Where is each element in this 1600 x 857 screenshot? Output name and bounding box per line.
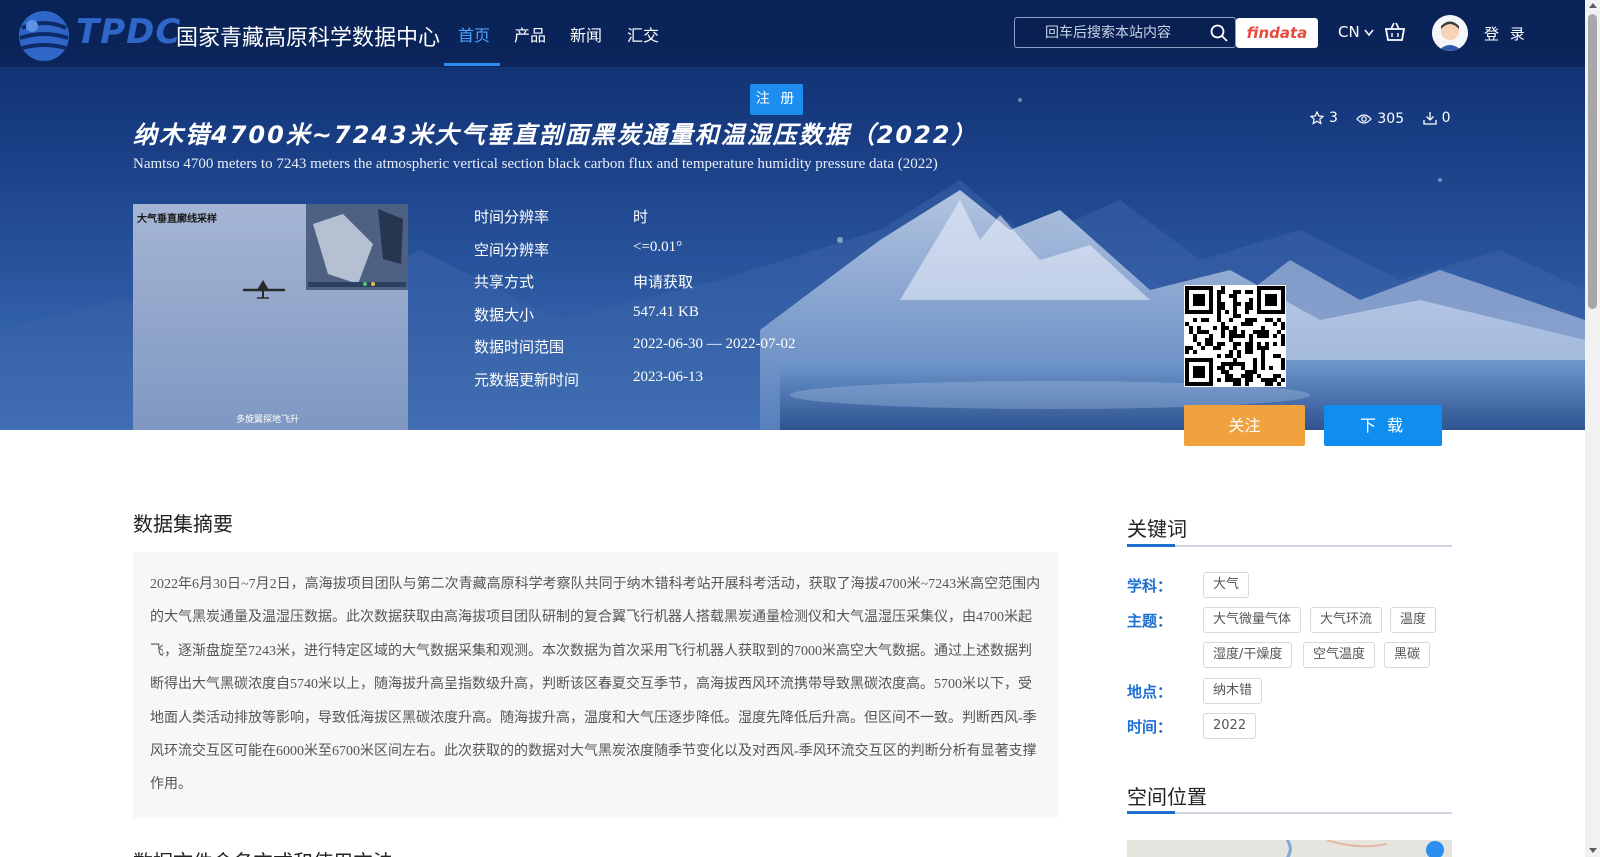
tag-subject[interactable]: 大气	[1203, 572, 1250, 598]
meta-value: <=0.01°	[633, 238, 683, 255]
meta-row: 数据大小 547.41 KB	[474, 304, 795, 337]
register-button[interactable]: 注 册	[750, 84, 803, 115]
thumbnail-caption-bottom: 多旋翼探地飞升	[236, 415, 300, 425]
meta-label: 共享方式	[474, 273, 535, 291]
meta-label: 时间分辨率	[474, 208, 550, 226]
language-label: CN	[1338, 23, 1360, 41]
search-input[interactable]	[1015, 18, 1205, 47]
globe-logo-icon	[19, 11, 69, 61]
meta-row: 共享方式 申请获取	[474, 271, 795, 304]
meta-value: 申请获取	[633, 275, 694, 291]
nav-home[interactable]: 首页	[458, 22, 490, 46]
views-count: 305	[1377, 111, 1405, 127]
nav-news[interactable]: 新闻	[570, 22, 602, 46]
dataset-thumbnail[interactable]: 大气垂直廓线采样 多旋翼探地飞升	[133, 204, 408, 430]
place-label: 地点：	[1127, 683, 1173, 701]
subject-label: 学科：	[1127, 577, 1173, 595]
star-icon	[1310, 111, 1324, 125]
thumbnail-image	[133, 204, 408, 430]
scroll-thumb[interactable]	[1588, 14, 1597, 309]
views-stat: 305	[1356, 111, 1404, 127]
tag-place[interactable]: 纳木错	[1203, 678, 1263, 704]
top-navbar: TPDC 国家青藏高原科学数据中心 首页 产品 新闻 汇交 findata CN…	[0, 0, 1585, 67]
downloads-count: 0	[1441, 110, 1451, 126]
theme-label: 主题：	[1127, 612, 1173, 630]
nav-submit[interactable]: 汇交	[627, 22, 659, 46]
logo-cn-name: 国家青藏高原科学数据中心	[176, 26, 441, 51]
meta-value: 2023-06-13	[633, 368, 703, 385]
search-icon[interactable]	[1210, 24, 1228, 42]
favorites-count: 3	[1329, 110, 1338, 126]
follow-button[interactable]: 关注	[1184, 405, 1305, 446]
tag-theme[interactable]: 大气环流	[1310, 607, 1383, 633]
nav-products[interactable]: 产品	[514, 22, 546, 46]
dataset-meta-table: 时间分辨率 时 空间分辨率 <=0.01° 共享方式 申请获取 数据大小 547…	[474, 206, 795, 401]
meta-label: 数据时间范围	[474, 338, 565, 356]
abstract-text: 2022年6月30日~7月2日，高海拔项目团队与第二次青藏高原科学考察队共同于纳…	[150, 577, 1041, 793]
meta-value: 547.41 KB	[633, 303, 699, 320]
scroll-down-arrow-icon[interactable]	[1589, 848, 1597, 853]
logo-tpdc-text: TPDC	[76, 12, 182, 52]
spatial-divider-accent	[1127, 811, 1175, 814]
favorites-stat[interactable]: 3	[1310, 110, 1338, 126]
download-icon	[1422, 112, 1437, 125]
tag-theme[interactable]: 湿度/干燥度	[1203, 642, 1293, 668]
login-link[interactable]: 登 录	[1484, 23, 1528, 44]
findata-button[interactable]: findata	[1236, 18, 1318, 48]
dataset-title-en: Namtso 4700 meters to 7243 meters the at…	[133, 156, 938, 172]
map-image	[1285, 840, 1444, 857]
meta-value: 2022-06-30 — 2022-07-02	[633, 336, 796, 352]
user-avatar-icon	[1432, 15, 1468, 51]
eye-icon	[1356, 114, 1373, 124]
site-logo[interactable]: TPDC 国家青藏高原科学数据中心	[14, 4, 440, 64]
spatial-heading: 空间位置	[1127, 785, 1207, 809]
tag-theme[interactable]: 空气温度	[1303, 642, 1376, 668]
abstract-box: 2022年6月30日~7月2日，高海拔项目团队与第二次青藏高原科学考察队共同于纳…	[133, 552, 1058, 818]
avatar[interactable]	[1432, 15, 1468, 51]
dataset-title-cn: 纳木错4700米~7243米大气垂直剖面黑炭通量和温湿压数据（2022）	[133, 121, 978, 149]
meta-row: 空间分辨率 <=0.01°	[474, 239, 795, 272]
abstract-heading: 数据集摘要	[133, 512, 233, 536]
meta-label: 元数据更新时间	[474, 370, 580, 389]
keywords-divider	[1127, 545, 1452, 547]
spatial-divider	[1127, 812, 1452, 814]
meta-row: 数据时间范围 2022-06-30 — 2022-07-02	[474, 336, 795, 369]
tag-theme[interactable]: 大气微量气体	[1203, 607, 1302, 633]
nav-active-indicator	[444, 63, 500, 66]
qr-code	[1184, 285, 1286, 387]
keywords-divider-accent	[1127, 544, 1175, 547]
findata-label: findata	[1246, 24, 1308, 42]
meta-value: 时	[633, 210, 649, 226]
keywords-heading: 关键词	[1127, 517, 1187, 541]
meta-row: 时间分辨率 时	[474, 206, 795, 239]
language-selector[interactable]: CN	[1338, 23, 1375, 41]
dataset-stats: 3 305 0	[1310, 110, 1464, 129]
download-button[interactable]: 下 载	[1324, 405, 1442, 446]
spatial-map[interactable]	[1127, 840, 1452, 857]
page-scrollbar[interactable]	[1585, 0, 1600, 857]
search-box	[1014, 17, 1236, 48]
tag-theme[interactable]: 黑碳	[1384, 642, 1431, 668]
tag-time[interactable]: 2022	[1203, 713, 1257, 739]
meta-row: 元数据更新时间 2023-06-13	[474, 369, 795, 402]
time-label: 时间：	[1127, 718, 1173, 736]
thumbnail-caption-top: 大气垂直廓线采样	[137, 214, 217, 225]
tag-theme[interactable]: 温度	[1390, 607, 1437, 633]
basket-icon[interactable]	[1384, 22, 1406, 42]
meta-label: 空间分辨率	[474, 240, 550, 259]
chevron-down-icon	[1364, 29, 1375, 37]
scroll-up-arrow-icon[interactable]	[1589, 3, 1597, 8]
file-naming-heading: 数据文件命名方式和使用方法	[133, 846, 393, 857]
meta-label: 数据大小	[474, 305, 535, 324]
qr-code-icon	[1185, 286, 1285, 386]
downloads-stat: 0	[1422, 110, 1451, 126]
